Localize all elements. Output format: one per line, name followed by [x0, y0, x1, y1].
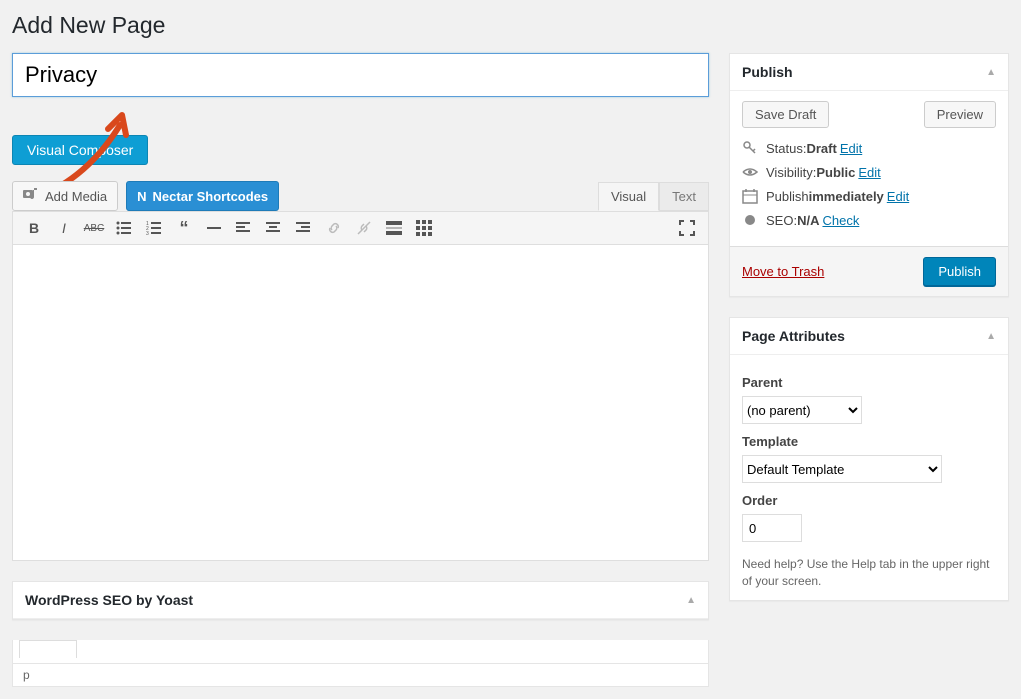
align-left-icon[interactable]	[232, 216, 256, 240]
blockquote-icon[interactable]: “	[172, 216, 196, 240]
link-icon[interactable]	[322, 216, 346, 240]
page-attributes-header[interactable]: Page Attributes ▲	[730, 318, 1008, 355]
align-right-icon[interactable]	[292, 216, 316, 240]
hr-icon[interactable]	[202, 216, 226, 240]
editor-toolbar: B I ABC 123 “	[13, 212, 708, 245]
page-title-input[interactable]	[12, 53, 709, 97]
move-to-trash-link[interactable]: Move to Trash	[742, 264, 824, 279]
chevron-up-icon[interactable]: ▲	[986, 67, 996, 78]
chevron-up-icon[interactable]: ▲	[686, 595, 696, 606]
unlink-icon[interactable]	[352, 216, 376, 240]
help-text: Need help? Use the Help tab in the upper…	[742, 556, 996, 590]
nectar-shortcodes-button[interactable]: N Nectar Shortcodes	[126, 181, 279, 211]
seo-panel-header[interactable]: WordPress SEO by Yoast ▲	[13, 582, 708, 619]
bold-icon[interactable]: B	[22, 216, 46, 240]
template-select[interactable]: Default Template	[742, 455, 942, 483]
read-more-icon[interactable]	[382, 216, 406, 240]
align-center-icon[interactable]	[262, 216, 286, 240]
chevron-up-icon[interactable]: ▲	[986, 331, 996, 342]
edit-schedule-link[interactable]: Edit	[887, 189, 909, 204]
visual-composer-button[interactable]: Visual Composer	[12, 135, 148, 165]
fullscreen-icon[interactable]	[675, 216, 699, 240]
publish-button[interactable]: Publish	[923, 257, 996, 286]
calendar-icon	[742, 188, 758, 204]
seo-check-link[interactable]: Check	[822, 213, 859, 228]
nectar-n-icon: N	[137, 189, 146, 204]
tab-visual[interactable]: Visual	[598, 182, 659, 211]
editor-canvas[interactable]	[13, 245, 708, 560]
parent-label: Parent	[742, 375, 996, 390]
camera-music-icon	[23, 188, 39, 205]
page-heading: Add New Page	[12, 12, 1009, 39]
strikethrough-icon[interactable]: ABC	[82, 216, 106, 240]
bullet-list-icon[interactable]	[112, 216, 136, 240]
edit-visibility-link[interactable]: Edit	[858, 165, 880, 180]
eye-icon	[742, 164, 758, 180]
preview-button[interactable]: Preview	[924, 101, 996, 128]
publish-panel-header[interactable]: Publish ▲	[730, 54, 1008, 91]
template-label: Template	[742, 434, 996, 449]
italic-icon[interactable]: I	[52, 216, 76, 240]
order-input[interactable]	[742, 514, 802, 542]
tab-text[interactable]: Text	[659, 182, 709, 211]
parent-select[interactable]: (no parent)	[742, 396, 862, 424]
edit-status-link[interactable]: Edit	[840, 141, 862, 156]
key-icon	[742, 140, 758, 156]
numbered-list-icon[interactable]: 123	[142, 216, 166, 240]
order-label: Order	[742, 493, 996, 508]
svg-text:3: 3	[146, 231, 149, 236]
editor-path: p	[12, 664, 709, 687]
seo-tab[interactable]	[19, 640, 77, 658]
editor-container: B I ABC 123 “	[12, 211, 709, 561]
dot-icon	[742, 212, 758, 228]
add-media-button[interactable]: Add Media	[12, 181, 118, 211]
save-draft-button[interactable]: Save Draft	[742, 101, 829, 128]
toolbar-toggle-icon[interactable]	[412, 216, 436, 240]
